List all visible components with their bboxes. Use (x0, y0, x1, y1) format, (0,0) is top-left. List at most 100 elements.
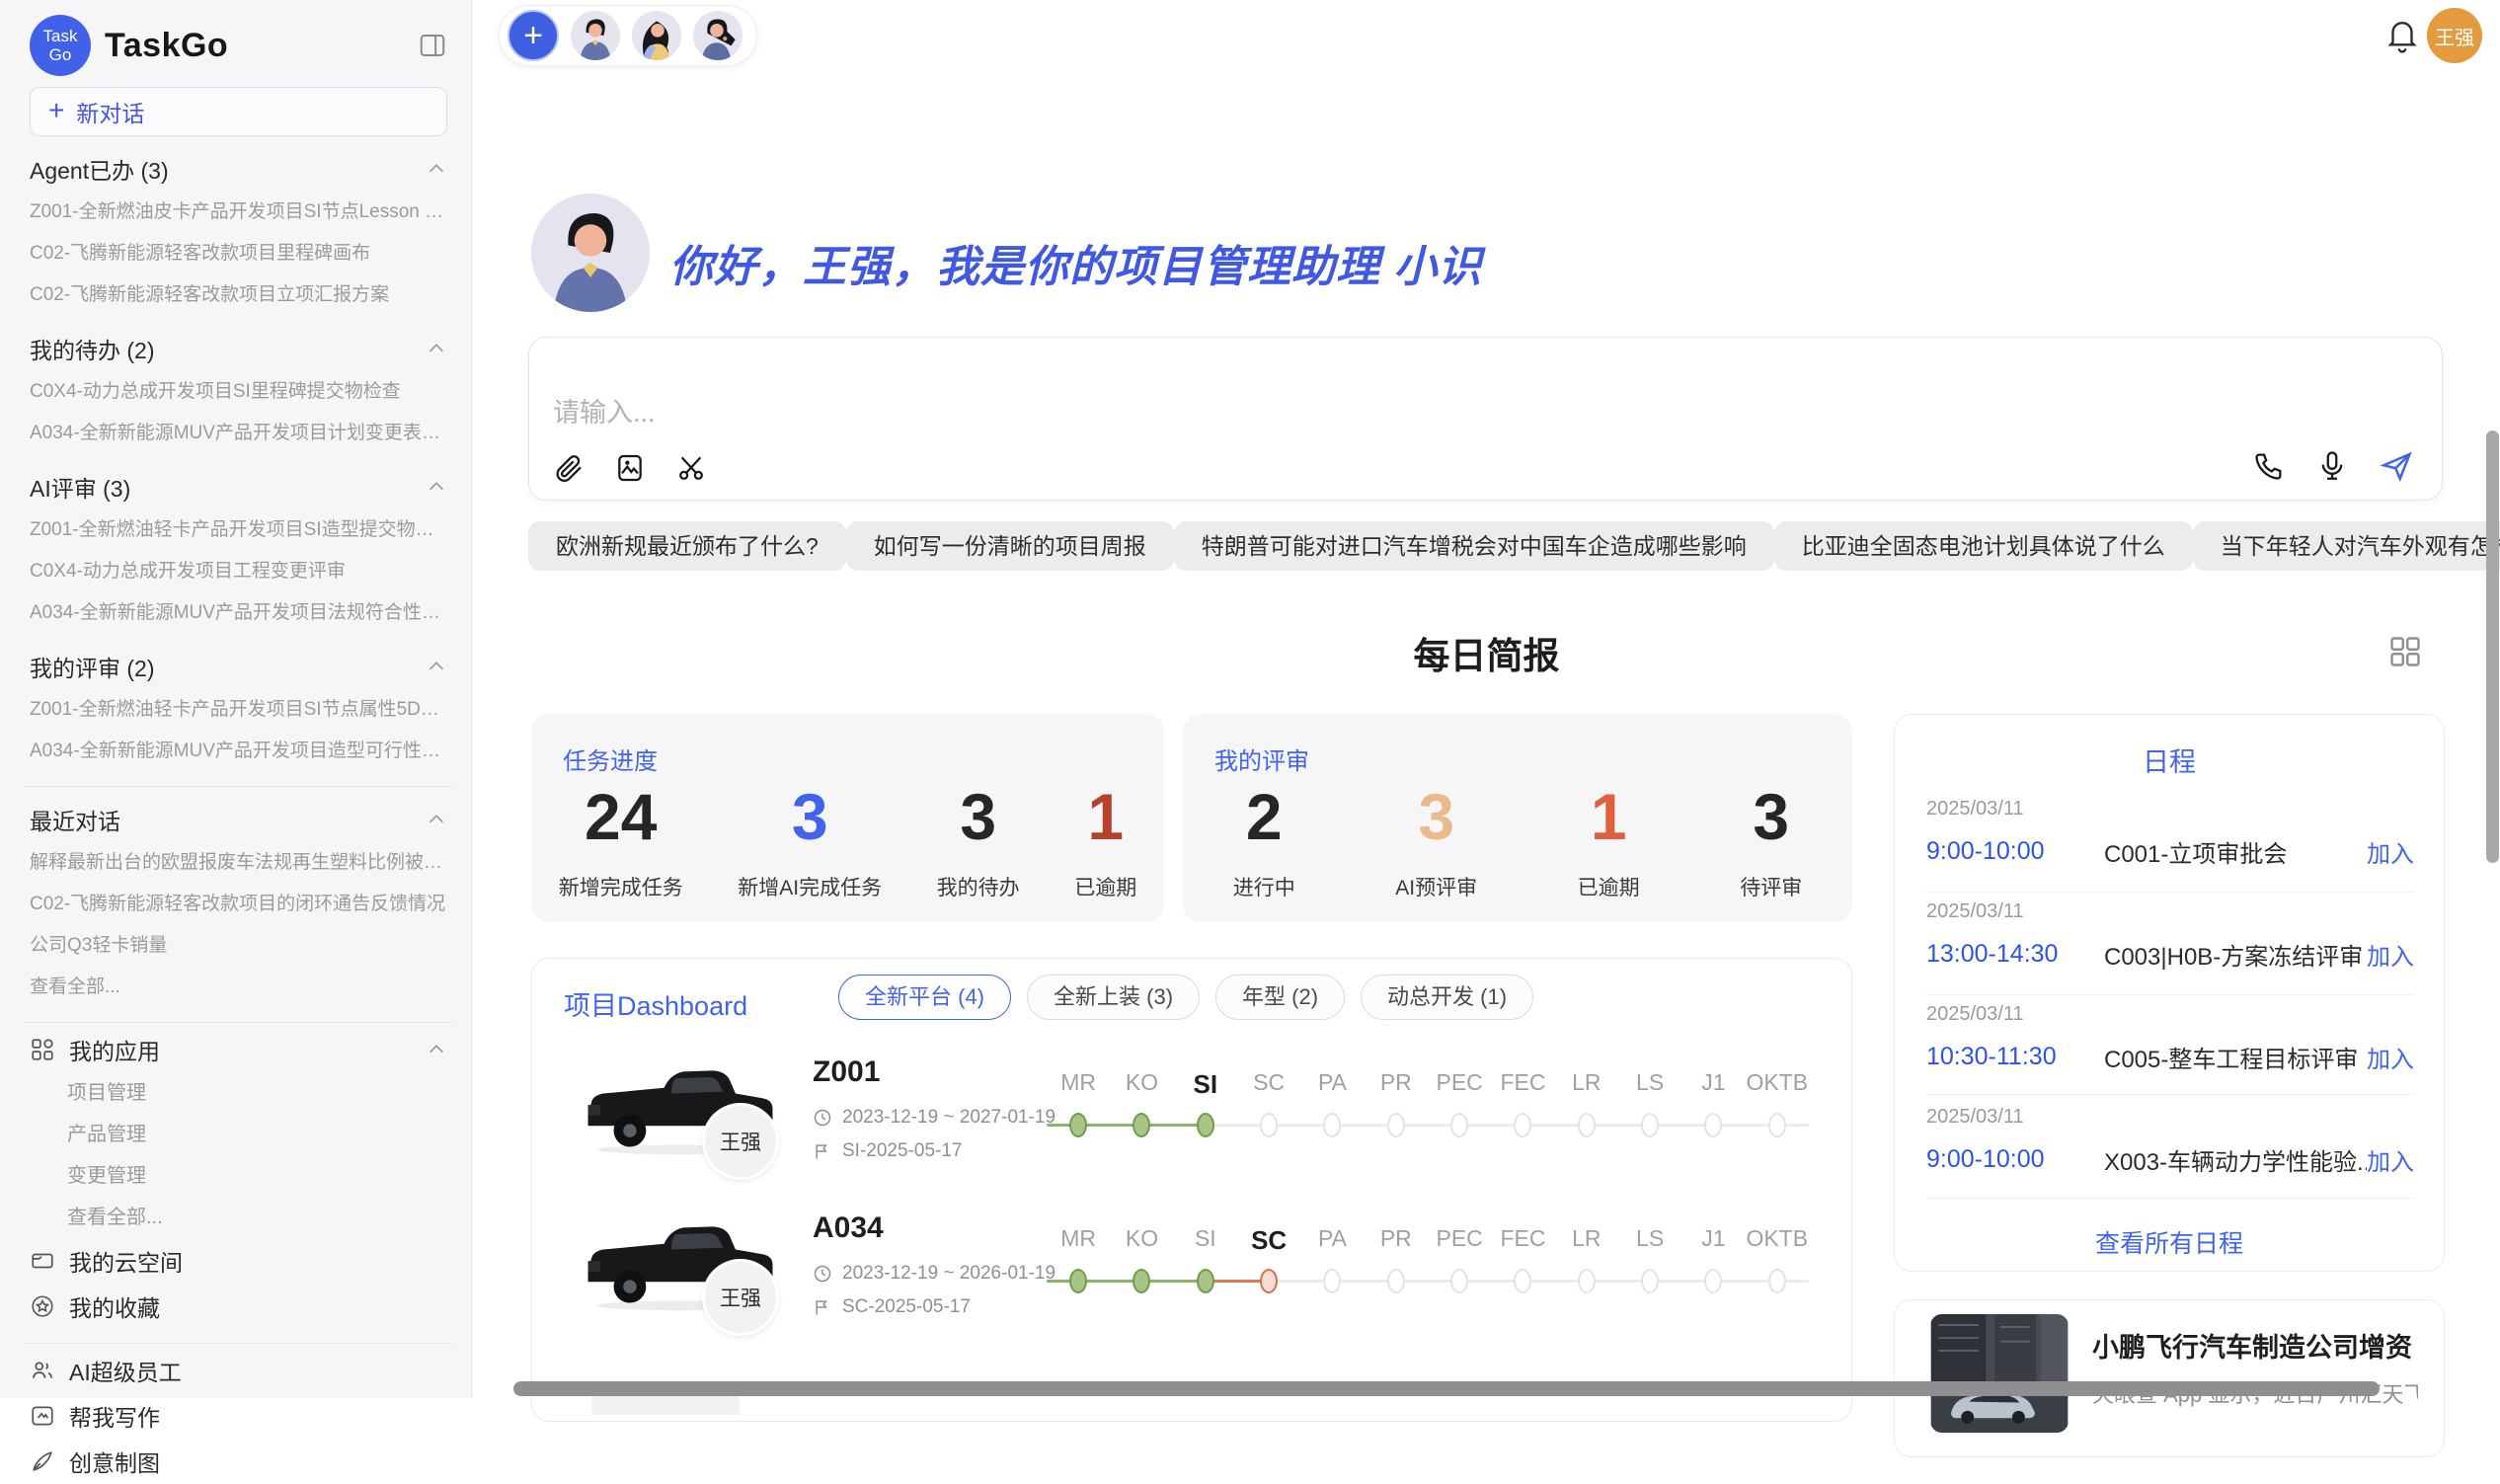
chevron-up-icon[interactable] (426, 656, 447, 677)
new-chat-button[interactable]: + 新对话 (30, 87, 447, 136)
view-all-apps[interactable]: 查看全部... (30, 1197, 447, 1238)
project-owner-badge: 王强 (702, 1103, 779, 1180)
project-dates: 2023-12-19 ~ 2026-01-19 (813, 1263, 1055, 1285)
section-header-recent-chats[interactable]: 最近对话 (30, 797, 447, 842)
milestone-dot-done (1069, 1269, 1087, 1293)
layout-grid-icon[interactable] (2387, 634, 2423, 669)
section-header-agent-done[interactable]: Agent已办 (3) (30, 146, 447, 192)
sidebar-item-my-apps[interactable]: 我的应用 (30, 1027, 447, 1072)
suggestion-chip[interactable]: 当下年轻人对汽车外观有怎样的喜好趋势 (2193, 521, 2500, 571)
milestone-dot-done (1197, 1113, 1214, 1137)
send-icon[interactable] (2379, 448, 2414, 484)
news-title[interactable]: 小鹏飞行汽车制造公司增资 (2092, 1326, 2412, 1365)
sidebar-item-cloud-space[interactable]: 我的云空间 (30, 1238, 447, 1284)
list-item[interactable]: A034-全新新能源MUV产品开发项目造型可行性评审 (30, 731, 447, 772)
phone-call-icon[interactable] (2252, 449, 2286, 483)
list-item[interactable]: A034-全新新能源MUV产品开发项目计划变更表编写 (30, 413, 447, 454)
microphone-icon[interactable] (2315, 449, 2349, 483)
attachment-icon[interactable] (553, 452, 585, 484)
stat: 24新增完成任务 (559, 779, 683, 901)
list-item[interactable]: Z001-全新燃油皮卡产品开发项目SI节点Lesson Learn报告 (30, 192, 447, 233)
schedule-item: 2025/03/11 9:00-10:00 X003-车辆动力学性能验... 加… (1926, 1106, 2414, 1177)
project-flag-milestone: SI-2025-05-17 (813, 1140, 962, 1162)
list-item[interactable]: Z001-全新燃油轻卡产品开发项目SI造型提交物评审 (30, 509, 447, 551)
chevron-up-icon[interactable] (426, 1039, 447, 1060)
list-item[interactable]: C02-飞腾新能源轻客改款项目里程碑画布 (30, 233, 447, 274)
section-header-ai-review[interactable]: AI评审 (3) (30, 464, 447, 509)
view-all-recent[interactable]: 查看全部... (30, 967, 447, 1008)
sidebar-item-ai-employee[interactable]: AI超级员工 (30, 1348, 447, 1393)
scissors-icon[interactable] (675, 452, 707, 484)
tab-new-platform[interactable]: 全新平台 (4) (838, 975, 1011, 1020)
stat: 2进行中 (1233, 779, 1295, 901)
tab-new-body[interactable]: 全新上装 (3) (1027, 975, 1200, 1020)
vertical-scrollbar[interactable] (2486, 430, 2499, 863)
sidebar-collapse-icon[interactable] (418, 31, 447, 60)
list-item[interactable]: 公司Q3轻卡销量 (30, 925, 447, 967)
list-item[interactable]: C0X4-动力总成开发项目SI里程碑提交物检查 (30, 371, 447, 413)
add-conversation-button[interactable]: + (508, 10, 559, 61)
notification-bell-icon[interactable] (2383, 16, 2421, 53)
section-header-my-review[interactable]: 我的评审 (2) (30, 644, 447, 689)
news-card[interactable]: 小鹏飞行汽车制造公司增资 天眼查 App 显示，近日广州汇天飞行汽 (1894, 1299, 2445, 1457)
project-code[interactable]: A034 (813, 1211, 884, 1245)
milestone-dot-done (1197, 1269, 1214, 1293)
sidebar: Task Go TaskGo + 新对话 Agent已办 (3) Z001-全新… (0, 0, 472, 1398)
list-item[interactable]: 解释最新出台的欧盟报废车法规再生塑料比例被调至15%... (30, 842, 447, 884)
chevron-up-icon[interactable] (426, 809, 447, 830)
avatar[interactable] (571, 11, 620, 60)
milestone-dot-done (1133, 1113, 1150, 1137)
sidebar-item-change-mgmt[interactable]: 变更管理 (30, 1155, 447, 1197)
milestone-dot (1704, 1113, 1722, 1137)
conversation-avatars-bar: + (499, 5, 757, 66)
avatar[interactable] (632, 11, 681, 60)
avatar[interactable] (693, 11, 742, 60)
chevron-up-icon[interactable] (426, 338, 447, 359)
horizontal-scrollbar[interactable] (513, 1381, 2380, 1396)
suggestion-chip[interactable]: 如何写一份清晰的项目周报 (846, 521, 1174, 571)
image-icon[interactable] (614, 452, 646, 484)
list-item[interactable]: C0X4-动力总成开发项目工程变更评审 (30, 551, 447, 592)
list-item[interactable]: A034-全新新能源MUV产品开发项目法规符合性评审 (30, 592, 447, 634)
list-item[interactable]: C02-飞腾新能源轻客改款项目的闭环通告反馈情况 (30, 884, 447, 925)
join-meeting-link[interactable]: 加入 (2367, 834, 2414, 869)
sidebar-item-project-mgmt[interactable]: 项目管理 (30, 1072, 447, 1114)
milestone-dot (1641, 1269, 1659, 1293)
join-meeting-link[interactable]: 加入 (2367, 1040, 2414, 1074)
people-icon (30, 1358, 55, 1383)
section-header-my-todo[interactable]: 我的待办 (2) (30, 326, 447, 371)
divider (1926, 1094, 2414, 1095)
join-meeting-link[interactable]: 加入 (2367, 937, 2414, 972)
chevron-up-icon[interactable] (426, 158, 447, 180)
chevron-up-icon[interactable] (426, 476, 447, 498)
join-meeting-link[interactable]: 加入 (2367, 1142, 2414, 1177)
suggestion-chip[interactable]: 比亚迪全固态电池计划具体说了什么 (1774, 521, 2193, 571)
sidebar-item-creative-draw[interactable]: 创意制图 (30, 1439, 447, 1484)
news-thumbnail (1930, 1314, 2069, 1433)
project-code[interactable]: Z001 (813, 1055, 880, 1089)
stat: 3AI预评审 (1395, 779, 1477, 901)
sidebar-item-favorites[interactable]: 我的收藏 (30, 1284, 447, 1329)
milestone-dot (1450, 1269, 1468, 1293)
stat: 3我的待办 (937, 779, 1020, 901)
sidebar-item-help-write[interactable]: 帮我写作 (30, 1393, 447, 1439)
suggestion-chip[interactable]: 特朗普可能对进口汽车增税会对中国车企造成哪些影响 (1174, 521, 1774, 571)
view-all-schedule-link[interactable]: 查看所有日程 (1895, 1224, 2444, 1260)
divider (1926, 1198, 2414, 1199)
clock-icon (813, 1264, 832, 1284)
stat: 3新增AI完成任务 (738, 779, 882, 901)
chat-input-box[interactable]: 请输入... (528, 337, 2443, 501)
divider (24, 786, 453, 787)
list-item[interactable]: C02-飞腾新能源轻客改款项目立项汇报方案 (30, 274, 447, 316)
list-item[interactable]: Z001-全新燃油轻卡产品开发项目SI节点属性5D文件评审 (30, 689, 447, 731)
logo-row: Task Go TaskGo (30, 14, 447, 77)
tab-model-year[interactable]: 年型 (2) (1215, 975, 1345, 1020)
tab-powertrain[interactable]: 动总开发 (1) (1361, 975, 1533, 1020)
my-review-card: 我的评审 2进行中 3AI预评审 1已逾期 3待评审 (1183, 714, 1852, 922)
milestone-dot-overdue (1260, 1269, 1278, 1293)
cloud-drive-icon (30, 1248, 55, 1274)
user-avatar[interactable]: 王强 (2427, 8, 2482, 63)
sidebar-item-product-mgmt[interactable]: 产品管理 (30, 1114, 447, 1155)
schedule-item: 2025/03/11 9:00-10:00 C001-立项审批会 加入 (1926, 798, 2414, 869)
suggestion-chip[interactable]: 欧洲新规最近颁布了什么? (528, 521, 846, 571)
